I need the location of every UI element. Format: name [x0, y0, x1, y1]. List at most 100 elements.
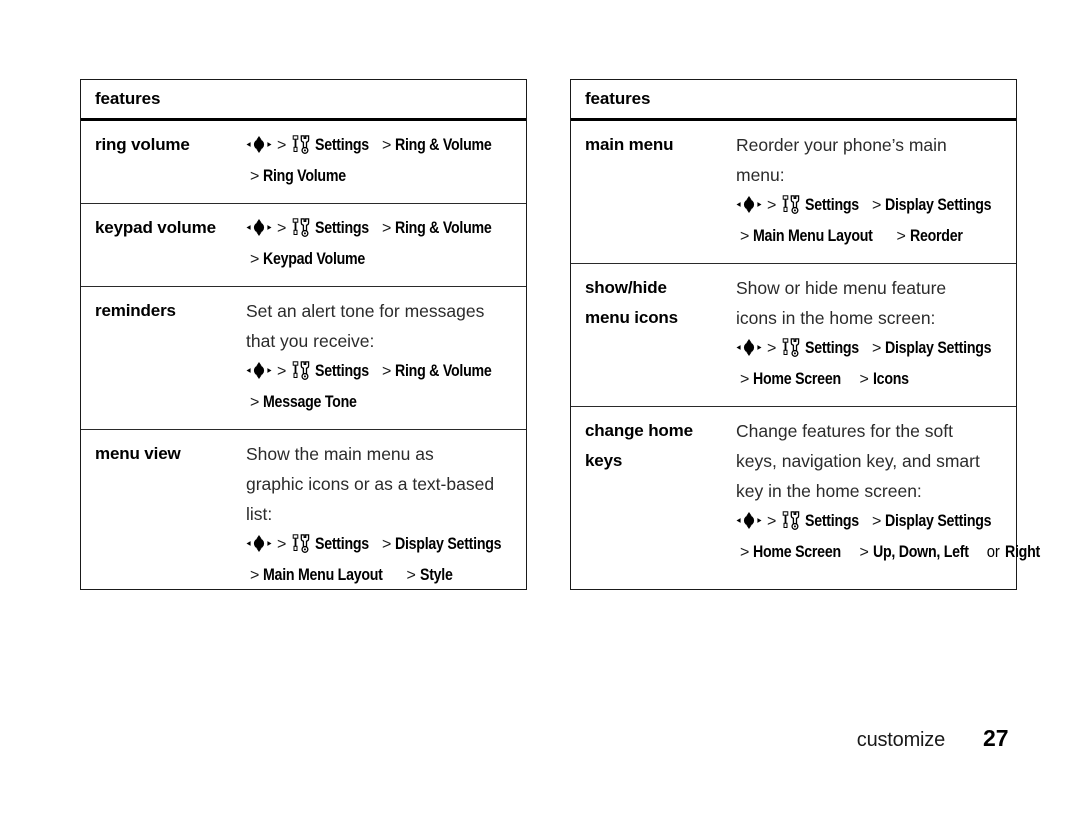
- navigation-key-icon: [736, 512, 762, 529]
- menu-path-line: > Settings > Ring & Volume: [246, 213, 518, 244]
- settings-tools-icon: [783, 338, 800, 357]
- navigation-key-icon: [246, 219, 272, 236]
- menu-path-line: > Settings > Ring & Volume: [246, 356, 518, 387]
- feature-description-line: icons in the home screen:: [736, 308, 936, 328]
- feature-name-line: ring volume: [95, 135, 190, 154]
- feature-detail-cell: > Settings > Ring & Volume > Keypad Volume: [246, 213, 526, 275]
- table-row: main menu Reorder your phone’s main menu: >…: [571, 121, 1016, 264]
- table-row: show/hide menu icons Show or hide menu fea…: [571, 264, 1016, 407]
- path-separator: >: [382, 137, 392, 154]
- menu-path-line: > Main Menu Layout > Style: [246, 560, 519, 591]
- path-segment[interactable]: Settings: [315, 356, 369, 386]
- path-separator: >: [250, 394, 260, 411]
- settings-tools-icon: [293, 534, 310, 553]
- settings-tools-icon: [783, 195, 800, 214]
- feature-detail-cell: Show or hide menu feature icons in the ho…: [736, 273, 1017, 395]
- path-separator: >: [277, 220, 287, 237]
- path-segment[interactable]: Right: [1005, 537, 1040, 567]
- path-segment[interactable]: Ring & Volume: [395, 213, 492, 243]
- path-segment[interactable]: Main Menu Layout: [753, 221, 873, 251]
- path-separator: >: [859, 544, 869, 561]
- settings-tools-icon: [293, 135, 310, 154]
- path-separator: >: [767, 513, 777, 530]
- path-segment[interactable]: Reorder: [910, 221, 963, 251]
- path-separator: >: [277, 363, 287, 380]
- path-segment[interactable]: Home Screen: [753, 537, 841, 567]
- settings-tools-icon: [293, 361, 310, 380]
- path-separator: >: [872, 340, 882, 357]
- feature-detail-cell: Change features for the soft keys, naviga…: [736, 416, 1053, 568]
- path-separator: >: [872, 197, 882, 214]
- menu-path-line: > Home Screen > Up, Down, Left or Right: [736, 537, 1045, 568]
- path-segment[interactable]: Display Settings: [885, 506, 992, 536]
- feature-name-cell: menu view: [81, 439, 246, 591]
- path-segment[interactable]: Ring & Volume: [395, 130, 492, 160]
- path-separator: >: [277, 536, 287, 553]
- page-footer: customize 27: [0, 725, 1017, 752]
- path-segment[interactable]: Message Tone: [263, 387, 357, 417]
- features-table-left: features ring volume > Settings > Ring & Volu…: [80, 79, 527, 590]
- path-separator: >: [382, 536, 392, 553]
- page-number: 27: [983, 725, 1009, 751]
- path-segment[interactable]: Up, Down, Left: [873, 537, 969, 567]
- feature-name-line: keys: [585, 451, 623, 470]
- path-segment[interactable]: Settings: [805, 506, 859, 536]
- navigation-key-icon: [736, 339, 762, 356]
- path-segment[interactable]: Display Settings: [885, 333, 992, 363]
- feature-detail-cell: Set an alert tone for messages that you r…: [246, 296, 526, 418]
- path-segment[interactable]: Style: [420, 560, 453, 590]
- path-segment[interactable]: Settings: [805, 333, 859, 363]
- path-separator: >: [382, 220, 392, 237]
- path-segment[interactable]: Main Menu Layout: [263, 560, 383, 590]
- path-segment[interactable]: Settings: [315, 130, 369, 160]
- path-separator: >: [250, 567, 260, 584]
- path-segment[interactable]: Display Settings: [885, 190, 992, 220]
- feature-description-line: that you receive:: [246, 331, 375, 351]
- menu-path-line: > Main Menu Layout > Reorder: [736, 221, 1009, 252]
- table-row: keypad volume > Settings > Ring & Volume > Key…: [81, 204, 526, 287]
- path-segment[interactable]: Ring Volume: [263, 161, 346, 191]
- path-segment[interactable]: Home Screen: [753, 364, 841, 394]
- path-separator: >: [406, 567, 416, 584]
- feature-description-line: Show or hide menu feature: [736, 278, 947, 298]
- table-row: menu view Show the main menu as graphic ic…: [81, 430, 526, 602]
- navigation-key-icon: [246, 136, 272, 153]
- path-segment[interactable]: Settings: [805, 190, 859, 220]
- feature-name-cell: main menu: [571, 130, 736, 252]
- path-separator: >: [250, 168, 260, 185]
- feature-description-line: graphic icons or as a text-based: [246, 474, 495, 494]
- feature-name-cell: show/hide menu icons: [571, 273, 736, 395]
- menu-path-line: > Message Tone: [246, 387, 518, 418]
- feature-name-line: keypad volume: [95, 218, 216, 237]
- path-segment[interactable]: Display Settings: [395, 529, 502, 559]
- navigation-key-icon: [736, 196, 762, 213]
- path-separator: >: [767, 340, 777, 357]
- table-header-row: features: [571, 80, 1016, 121]
- path-separator: >: [740, 371, 750, 388]
- feature-name-line: reminders: [95, 301, 176, 320]
- path-separator: >: [872, 513, 882, 530]
- table-row: ring volume > Settings > Ring & Volume > Ring …: [81, 121, 526, 204]
- feature-name-line: menu icons: [585, 308, 678, 327]
- path-separator: >: [767, 197, 777, 214]
- path-segment[interactable]: Keypad Volume: [263, 244, 365, 274]
- path-separator: >: [250, 251, 260, 268]
- feature-detail-cell: Reorder your phone’s main menu: > Settings >…: [736, 130, 1017, 252]
- table-header-row: features: [81, 80, 526, 121]
- path-segment[interactable]: Settings: [315, 213, 369, 243]
- feature-description-line: list:: [246, 504, 273, 524]
- feature-name-cell: reminders: [81, 296, 246, 418]
- path-separator: >: [859, 371, 869, 388]
- path-segment[interactable]: Ring & Volume: [395, 356, 492, 386]
- feature-description-line: Reorder your phone’s main: [736, 135, 947, 155]
- path-segment[interactable]: Icons: [873, 364, 909, 394]
- feature-detail-cell: Show the main menu as graphic icons or as…: [246, 439, 527, 591]
- path-separator: >: [382, 363, 392, 380]
- path-segment[interactable]: Settings: [315, 529, 369, 559]
- feature-name-line: menu view: [95, 444, 181, 463]
- feature-name-line: main menu: [585, 135, 674, 154]
- path-separator: >: [740, 228, 750, 245]
- menu-path-line: > Keypad Volume: [246, 244, 518, 275]
- features-table-right: features main menu Reorder your phone’s ma…: [570, 79, 1040, 590]
- feature-name-cell: ring volume: [81, 130, 246, 192]
